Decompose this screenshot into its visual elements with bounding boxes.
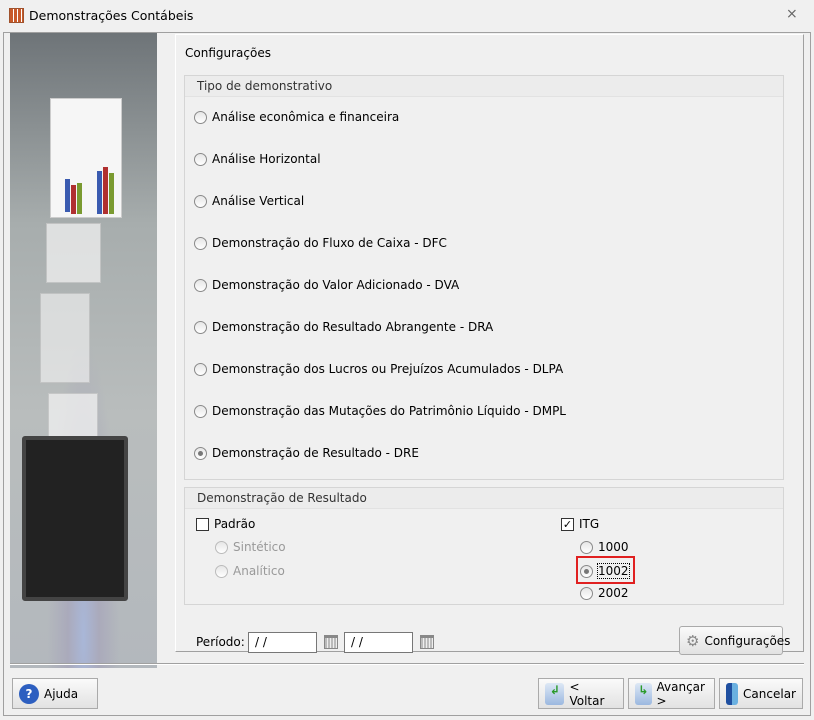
dre-header: Demonstração de Resultado	[185, 488, 783, 509]
itg-2002-label: 2002	[598, 586, 629, 600]
periodo-end-input[interactable]: / /	[344, 632, 413, 653]
spreadsheet-app-icon	[9, 8, 24, 23]
periodo-start-input[interactable]: / /	[248, 632, 317, 653]
itg-1002-label: 1002	[597, 563, 630, 579]
tipo-option-label: Análise econômica e financeira	[212, 110, 400, 124]
radio-circle[interactable]	[194, 320, 207, 334]
voltar-label: < Voltar	[569, 679, 605, 708]
monitor-image	[22, 436, 128, 601]
radio-circle[interactable]	[194, 110, 207, 124]
sintetico-label: Sintético	[233, 540, 286, 554]
tipo-header: Tipo de demonstrativo	[185, 76, 783, 97]
cancelar-button[interactable]: Cancelar	[719, 678, 803, 709]
radio-tipo-option[interactable]: Análise econômica e financeira	[194, 110, 399, 124]
avancar-label: Avançar >	[656, 679, 705, 708]
forward-arrow-icon: ↳	[635, 682, 652, 705]
analitico-label: Analítico	[233, 564, 285, 578]
radio-tipo-option[interactable]: Demonstração do Valor Adicionado - DVA	[194, 278, 459, 292]
periodo-label: Período:	[196, 635, 245, 649]
radio-tipo-option[interactable]: Análise Vertical	[194, 194, 304, 208]
radio-circle[interactable]	[194, 236, 207, 250]
radio-itg-1000[interactable]: 1000	[580, 540, 629, 554]
radio-circle[interactable]	[194, 362, 207, 376]
itg-label: ITG	[579, 517, 600, 531]
gear-icon: ⚙	[686, 631, 700, 650]
radio-tipo-option[interactable]: Demonstração dos Lucros ou Prejuízos Acu…	[194, 362, 563, 376]
padrao-label: Padrão	[214, 517, 256, 531]
radio-tipo-option[interactable]: Demonstração de Resultado - DRE	[194, 446, 419, 460]
radio-tipo-option[interactable]: Análise Horizontal	[194, 152, 321, 166]
panel-title: Configurações	[185, 46, 271, 60]
radio-tipo-option[interactable]: Demonstração do Fluxo de Caixa - DFC	[194, 236, 447, 250]
chart-paper-image	[50, 98, 122, 218]
avancar-button[interactable]: ↳ Avançar >	[628, 678, 715, 709]
calendar-icon[interactable]	[420, 635, 434, 649]
checkbox-box[interactable]	[196, 517, 209, 531]
itg-1000-label: 1000	[598, 540, 629, 554]
calendar-icon[interactable]	[324, 635, 338, 649]
window-title: Demonstrações Contábeis	[29, 8, 194, 23]
radio-circle	[215, 540, 228, 554]
paper-image	[40, 293, 90, 383]
radio-circle[interactable]	[194, 446, 207, 460]
separator	[10, 663, 804, 665]
ajuda-label: Ajuda	[44, 686, 79, 701]
radio-sintetico: Sintético	[215, 540, 286, 554]
back-arrow-icon: ↲	[545, 682, 565, 705]
radio-circle[interactable]	[194, 152, 207, 166]
radio-analitico: Analítico	[215, 564, 285, 578]
tipo-option-label: Demonstração do Fluxo de Caixa - DFC	[212, 236, 447, 250]
radio-circle[interactable]	[194, 194, 207, 208]
help-icon: ?	[19, 683, 39, 704]
radio-circle[interactable]	[580, 564, 593, 578]
close-icon[interactable]: ⨯	[786, 6, 798, 22]
tipo-option-label: Demonstração de Resultado - DRE	[212, 446, 419, 460]
tipo-option-label: Demonstração do Resultado Abrangente - D…	[212, 320, 494, 334]
configuracoes-button[interactable]: ⚙ Configurações	[679, 626, 790, 655]
checkmark-icon[interactable]: ✓	[561, 517, 574, 531]
radio-circle[interactable]	[194, 404, 207, 418]
radio-circle	[215, 564, 228, 578]
tipo-option-label: Demonstração dos Lucros ou Prejuízos Acu…	[212, 362, 564, 376]
configuracoes-label: Configurações	[704, 633, 791, 648]
radio-circle[interactable]	[194, 278, 207, 292]
radio-itg-2002[interactable]: 2002	[580, 586, 629, 600]
padrao-checkbox[interactable]: Padrão	[196, 517, 255, 531]
tipo-option-label: Demonstração do Valor Adicionado - DVA	[212, 278, 460, 292]
itg-checkbox[interactable]: ✓ ITG	[561, 517, 599, 531]
cancelar-label: Cancelar	[743, 686, 796, 701]
tipo-option-label: Análise Vertical	[212, 194, 305, 208]
voltar-button[interactable]: ↲ < Voltar	[538, 678, 624, 709]
radio-circle[interactable]	[580, 586, 593, 600]
radio-itg-1002[interactable]: 1002	[580, 563, 630, 579]
radio-circle[interactable]	[580, 540, 593, 554]
radio-tipo-option[interactable]: Demonstração das Mutações do Patrimônio …	[194, 404, 566, 418]
paper-image	[46, 223, 101, 283]
tipo-option-label: Análise Horizontal	[212, 152, 321, 166]
exit-door-icon	[726, 682, 739, 705]
ajuda-button[interactable]: ? Ajuda	[12, 678, 98, 709]
tipo-option-label: Demonstração das Mutações do Patrimônio …	[212, 404, 566, 418]
radio-tipo-option[interactable]: Demonstração do Resultado Abrangente - D…	[194, 320, 493, 334]
